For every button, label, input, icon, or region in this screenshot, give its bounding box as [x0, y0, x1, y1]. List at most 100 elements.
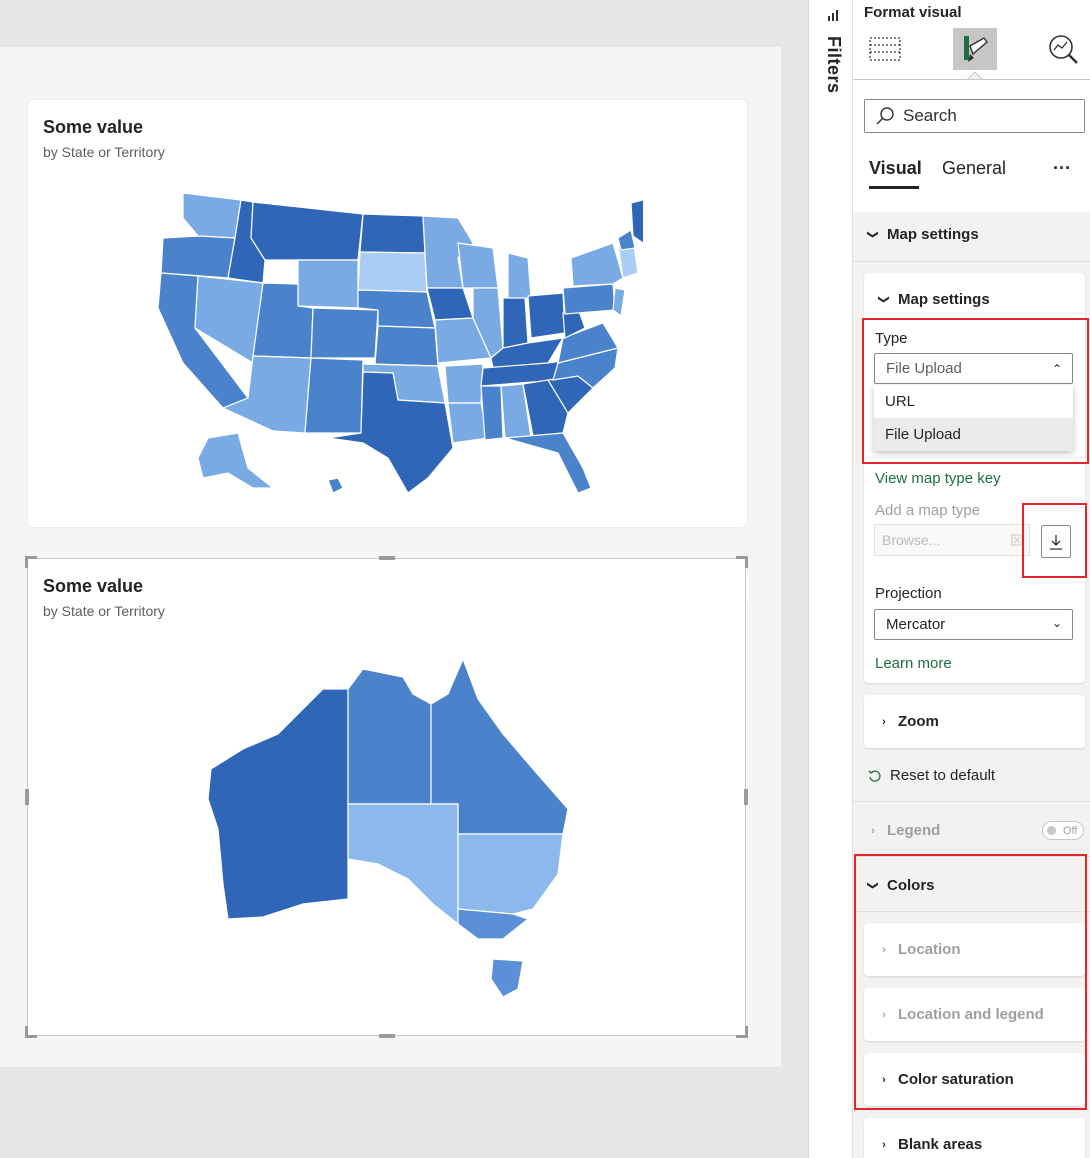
region-sd [357, 251, 428, 293]
more-options-icon[interactable]: ··· [1053, 158, 1071, 179]
location-and-legend-card-header[interactable]: › Location and legend [878, 1006, 1044, 1023]
legend-toggle-state: Off [1063, 824, 1078, 837]
colors-section-header[interactable]: ❯ Colors [867, 877, 935, 894]
region-ks [374, 325, 439, 367]
tab-format-visual[interactable] [953, 28, 997, 70]
search-input[interactable]: Search [864, 99, 1085, 133]
legend-toggle[interactable]: Off [1042, 821, 1084, 840]
region-nd [359, 213, 426, 254]
chevron-down-icon: ❯ [866, 880, 879, 891]
map-settings-card-label: Map settings [898, 291, 990, 308]
region-la [447, 402, 489, 444]
region-pa [562, 283, 616, 315]
resize-handle[interactable] [25, 1026, 37, 1038]
browse-field[interactable]: Browse... [874, 524, 1030, 556]
region-wy [297, 259, 359, 309]
region-vic [457, 908, 530, 940]
location-card-header[interactable]: › Location [878, 941, 960, 958]
color-saturation-card-header[interactable]: › Color saturation [878, 1071, 1014, 1088]
expand-filters-icon[interactable] [827, 10, 839, 22]
visual-subtitle: by State or Territory [43, 144, 165, 160]
map-settings-group-header[interactable]: ❯ Map settings [867, 226, 979, 243]
region-ar [444, 363, 484, 404]
resize-handle[interactable] [25, 556, 37, 568]
reset-label: Reset to default [890, 767, 996, 784]
tab-build-visual[interactable] [863, 28, 907, 70]
region-mt [250, 201, 364, 261]
region-mi [507, 252, 532, 301]
format-visual-pane: Format visual Search Visual General ··· … [853, 0, 1090, 1158]
resize-handle[interactable] [736, 1026, 748, 1038]
search-placeholder: Search [903, 106, 957, 125]
region-nt [347, 668, 432, 805]
australia-shape-map[interactable] [203, 659, 573, 1004]
filters-label[interactable]: Filters [823, 36, 844, 94]
chevron-down-icon: ❯ [877, 294, 890, 305]
learn-more-link[interactable]: Learn more [875, 655, 952, 672]
region-wa [182, 192, 242, 239]
reset-to-default-button[interactable]: Reset to default [868, 767, 995, 784]
chevron-right-icon: › [882, 943, 886, 956]
chevron-right-icon: › [882, 1138, 886, 1151]
chevron-up-icon: ⌃ [1051, 362, 1062, 376]
chevron-right-icon: › [882, 715, 886, 728]
visual-subtitle: by State or Territory [43, 603, 165, 619]
region-co [310, 307, 379, 359]
region-hi [327, 477, 344, 494]
zoom-card-header[interactable]: › Zoom [878, 713, 939, 730]
search-icon [876, 107, 894, 125]
add-map-type-label: Add a map type [875, 502, 981, 519]
download-icon [1050, 534, 1062, 550]
legend-label: Legend [887, 822, 941, 839]
tab-analytics[interactable] [1041, 28, 1085, 70]
legend-section-header[interactable]: › Legend [867, 822, 940, 839]
region-nj [612, 287, 626, 318]
format-paintbrush-icon [964, 36, 988, 62]
view-map-type-key-link[interactable]: View map type key [875, 470, 1001, 487]
map-settings-card-header[interactable]: ❯ Map settings [878, 291, 990, 308]
region-nsw [457, 833, 564, 915]
type-option-file-upload[interactable]: File Upload [874, 418, 1073, 451]
reset-icon [868, 770, 881, 782]
us-map-visual[interactable]: Some value by State or Territory [27, 99, 748, 528]
build-visual-icon [869, 37, 901, 61]
region-or [160, 235, 236, 279]
visual-title: Some value [43, 576, 144, 596]
upload-button[interactable] [1041, 525, 1071, 558]
blank-areas-card-header[interactable]: › Blank areas [878, 1136, 982, 1153]
australia-map-visual[interactable]: Some value by State or Territory [25, 556, 748, 1038]
us-shape-map[interactable] [153, 188, 643, 498]
type-option-url[interactable]: URL [874, 385, 1073, 418]
resize-handle[interactable] [379, 1034, 395, 1038]
region-sa [347, 803, 459, 926]
tab-general[interactable]: General [942, 158, 1006, 179]
clear-icon [1011, 534, 1023, 546]
region-fl [504, 432, 592, 494]
chevron-down-icon: ❯ [866, 229, 879, 240]
resize-handle[interactable] [736, 556, 748, 568]
type-dropdown-list: URL File Upload [874, 385, 1073, 451]
projection-dropdown[interactable]: Mercator ⌄ [874, 609, 1073, 640]
report-canvas: Some value by State or Territory Some va… [0, 47, 781, 1067]
type-dropdown-value: File Upload [886, 360, 962, 377]
region-wa [207, 688, 349, 920]
region-ak [197, 432, 275, 489]
color-saturation-label: Color saturation [898, 1071, 1014, 1088]
resize-handle[interactable] [25, 789, 29, 805]
projection-dropdown-value: Mercator [886, 616, 946, 633]
type-label: Type [875, 330, 908, 347]
zoom-label: Zoom [898, 713, 939, 730]
region-ia [426, 287, 474, 321]
location-and-legend-label: Location and legend [898, 1006, 1044, 1023]
resize-handle[interactable] [379, 556, 395, 560]
map-settings-group-label: Map settings [887, 226, 979, 243]
region-me [630, 199, 643, 244]
filters-pane-collapsed[interactable]: Filters [808, 0, 853, 1158]
resize-handle[interactable] [744, 789, 748, 805]
tab-visual[interactable]: Visual [869, 158, 922, 179]
colors-label: Colors [887, 877, 935, 894]
region-oh [527, 292, 566, 339]
pane-title: Format visual [864, 4, 962, 21]
type-dropdown[interactable]: File Upload ⌃ [874, 353, 1073, 384]
region-wi [457, 242, 499, 289]
